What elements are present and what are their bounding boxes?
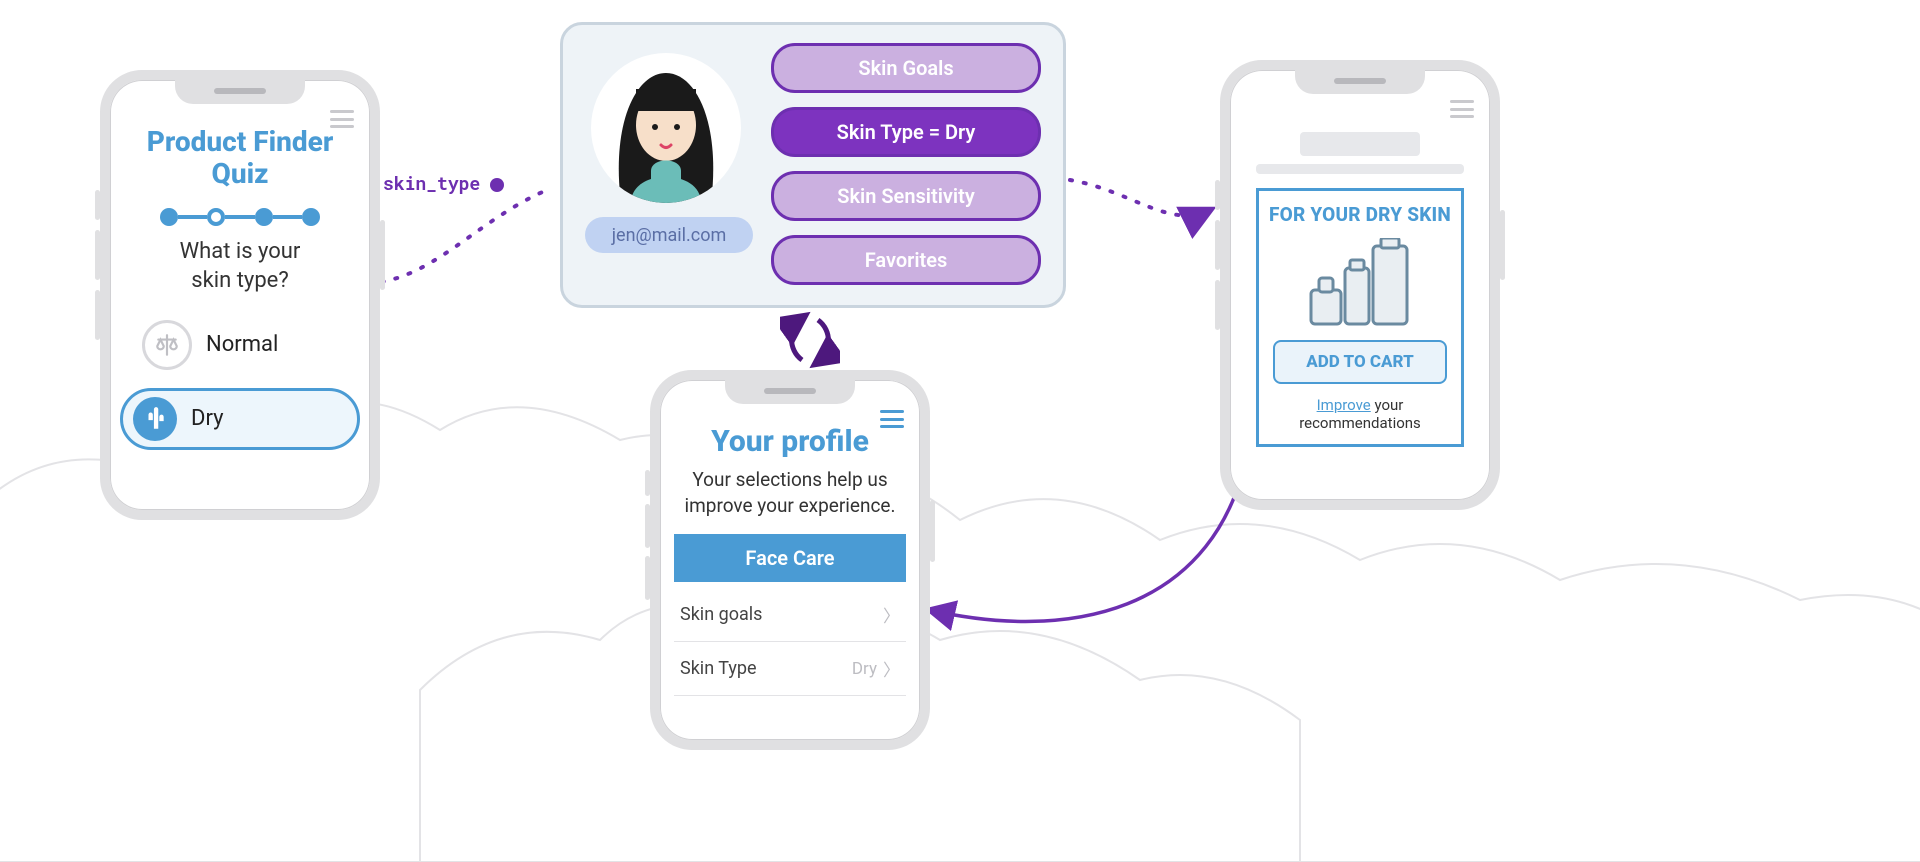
avatar xyxy=(591,53,741,203)
recommendation-card: FOR YOUR DRY SKIN ADD TO CART xyxy=(1256,188,1464,447)
attr-skin-goals: Skin Goals xyxy=(771,43,1041,93)
skeleton-bar xyxy=(1256,164,1464,174)
profile-title: Your profile xyxy=(674,424,906,459)
option-dry[interactable]: Dry xyxy=(120,388,360,450)
attr-skin-sensitivity: Skin Sensitivity xyxy=(771,171,1041,221)
skeleton-bar xyxy=(1300,132,1420,156)
flow-dot xyxy=(490,178,504,192)
scale-icon xyxy=(142,320,192,370)
profile-subtitle: Your selections help us improve your exp… xyxy=(682,467,898,518)
phone-quiz: Product FinderQuiz What is your skin typ… xyxy=(100,70,380,520)
profile-data-card: jen@mail.com Skin Goals Skin Type = Dry … xyxy=(560,22,1066,308)
option-normal-label: Normal xyxy=(206,332,278,357)
quiz-question: What is your skin type? xyxy=(124,238,356,295)
profile-row-skin-goals[interactable]: Skin goals 〉 xyxy=(674,588,906,642)
chevron-right-icon: 〉 xyxy=(883,602,900,627)
option-normal[interactable]: Normal xyxy=(132,312,348,378)
phone-recommendation: FOR YOUR DRY SKIN ADD TO CART xyxy=(1220,60,1500,510)
chevron-right-icon: 〉 xyxy=(883,656,900,681)
sync-icon xyxy=(780,310,840,370)
profile-row-label: Skin Type xyxy=(680,658,757,679)
tab-face-care[interactable]: Face Care xyxy=(674,534,906,582)
phone-profile: Your profile Your selections help us imp… xyxy=(650,370,930,750)
quiz-stepper xyxy=(160,208,320,226)
attr-favorites: Favorites xyxy=(771,235,1041,285)
improve-link[interactable]: Improve xyxy=(1317,396,1371,414)
add-to-cart-button[interactable]: ADD TO CART xyxy=(1273,340,1447,384)
attr-skin-type: Skin Type = Dry xyxy=(771,107,1041,157)
reco-heading: FOR YOUR DRY SKIN xyxy=(1269,203,1451,226)
reco-footnote: Improve your recommendations xyxy=(1269,396,1451,432)
quiz-title: Product FinderQuiz xyxy=(124,126,356,190)
products-icon xyxy=(1269,232,1451,328)
profile-email: jen@mail.com xyxy=(585,217,753,253)
cactus-icon xyxy=(133,397,177,441)
profile-row-label: Skin goals xyxy=(680,604,762,625)
option-dry-label: Dry xyxy=(191,406,224,431)
profile-row-skin-type[interactable]: Skin Type Dry〉 xyxy=(674,642,906,696)
flow-label-skin-type: skin_type xyxy=(383,171,480,195)
